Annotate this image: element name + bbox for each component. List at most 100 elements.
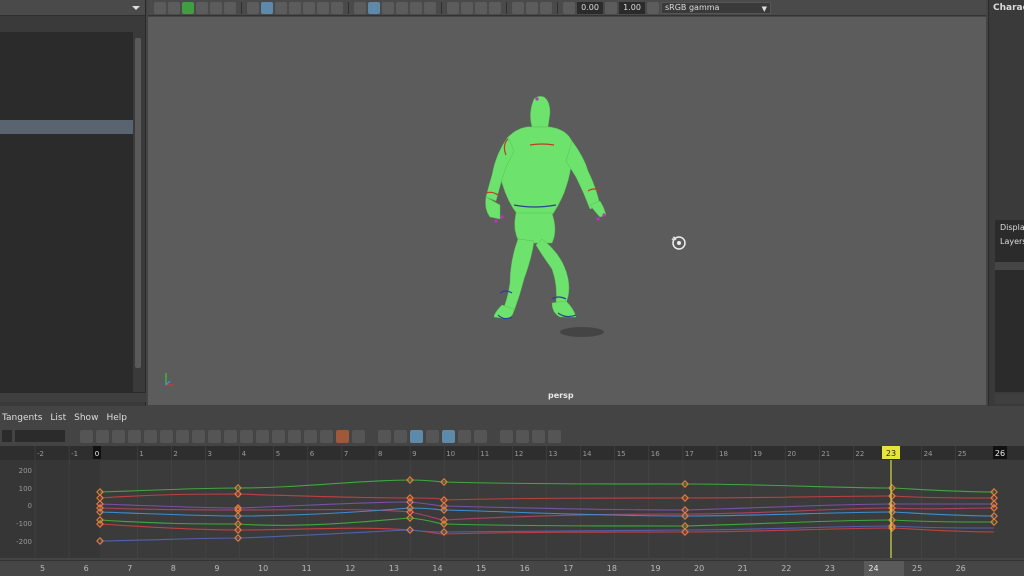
outliner-selected-row[interactable] (0, 120, 133, 134)
outliner-header (0, 0, 145, 16)
frame-tick-label: 9 (412, 450, 416, 458)
dof-icon[interactable] (540, 1, 552, 14)
step-tangent-icon[interactable] (208, 429, 221, 443)
bookmark-icon[interactable] (182, 1, 194, 14)
wireframe-icon[interactable] (354, 1, 366, 14)
camera-attributes-icon[interactable] (168, 1, 180, 14)
frame-tick-label: 4 (242, 450, 247, 458)
character-model[interactable] (148, 17, 986, 405)
scrollbar-thumb[interactable] (135, 38, 141, 368)
flat-tangent-icon[interactable] (192, 429, 205, 443)
lock-weight-icon[interactable] (288, 429, 301, 443)
value-snap-icon[interactable] (394, 429, 407, 443)
smooth-shade-icon[interactable] (368, 1, 380, 14)
frame-tick-label: 7 (344, 450, 348, 458)
separator (348, 1, 349, 14)
pre-infinity-icon[interactable] (458, 429, 471, 443)
frame-tick-label: 14 (583, 450, 592, 458)
time-slider[interactable]: 5 6 7 8 9 10 11 12 13 14 15 16 17 18 19 20 21 22 23 24 25 26 (0, 560, 1024, 576)
safe-title-icon[interactable] (317, 1, 329, 14)
menu-list[interactable]: List (50, 413, 66, 423)
frame-tick-label: 3 (208, 450, 212, 458)
buffer-curve-icon[interactable] (304, 429, 317, 443)
post-infinity-icon[interactable] (474, 429, 487, 443)
clamped-tangent-icon[interactable] (160, 429, 173, 443)
color-management-icon[interactable] (647, 1, 659, 14)
graph-editor-curves[interactable]: -2 -1 1 2 3 4 5 6 7 8 9 10 11 12 13 14 15 16 17 18 19 20 21 22 2… (0, 446, 1024, 558)
value-tick-label: -200 (16, 538, 32, 546)
separator (506, 1, 507, 14)
gamma-field[interactable]: 1.00 (619, 1, 645, 14)
ambient-occlusion-icon[interactable] (475, 1, 487, 14)
curve-tool-1-icon[interactable] (500, 429, 513, 443)
frame-tick-label: 25 (958, 450, 967, 458)
frame-tick-label: 15 (617, 450, 626, 458)
chevron-down-icon[interactable] (131, 4, 141, 12)
isolate-icon[interactable] (424, 1, 436, 14)
textured-icon[interactable] (382, 1, 394, 14)
menu-help[interactable]: Help (106, 413, 127, 423)
frame-field[interactable] (2, 430, 12, 442)
swap-buffer-icon[interactable] (320, 429, 333, 443)
curve-tool-2-icon[interactable] (516, 429, 529, 443)
frame-all-icon[interactable] (80, 429, 93, 443)
tab-layers[interactable]: Layers (1000, 237, 1024, 246)
motion-blur-icon[interactable] (489, 1, 501, 14)
panel-scrollbar[interactable] (995, 394, 1024, 404)
tab-display[interactable]: Display (1000, 223, 1024, 232)
current-frame-marker[interactable]: 23 (886, 449, 896, 458)
perspective-viewport[interactable]: persp (148, 17, 986, 405)
value-field[interactable] (15, 430, 65, 442)
frame-tick-label: 16 (651, 450, 660, 458)
resolution-gate-icon[interactable] (261, 1, 273, 14)
load-selected-icon[interactable] (352, 429, 365, 443)
film-gate-icon[interactable] (224, 1, 236, 14)
time-slider-tick: 12 (345, 564, 356, 573)
plateau-tangent-icon[interactable] (224, 429, 237, 443)
outliner-horizontal-scrollbar[interactable] (0, 392, 146, 402)
aa-icon[interactable] (526, 1, 538, 14)
frame-tick-label: 18 (719, 450, 728, 458)
spline-tangent-icon[interactable] (144, 429, 157, 443)
normalize-icon[interactable] (410, 429, 423, 443)
xray-joints-icon[interactable] (461, 1, 473, 14)
exposure-icon[interactable] (563, 1, 575, 14)
denormalize-icon[interactable] (426, 429, 439, 443)
frame-selection-icon[interactable] (96, 429, 109, 443)
image-plane-icon[interactable] (196, 1, 208, 14)
stacked-curves-icon[interactable] (442, 429, 455, 443)
linear-tangent-icon[interactable] (176, 429, 189, 443)
curve-tool-4-icon[interactable] (548, 429, 561, 443)
frame-tick-label: -2 (37, 450, 44, 458)
menu-show[interactable]: Show (74, 413, 98, 423)
frame-playback-icon[interactable] (112, 429, 125, 443)
grid-icon[interactable] (210, 1, 222, 14)
gamma-icon[interactable] (605, 1, 617, 14)
pencil-icon[interactable] (247, 1, 259, 14)
frame-tick-label: 13 (549, 450, 558, 458)
unify-tangent-icon[interactable] (256, 429, 269, 443)
select-icon[interactable] (512, 1, 524, 14)
curve-tool-3-icon[interactable] (532, 429, 545, 443)
break-tangent-icon[interactable] (240, 429, 253, 443)
time-snap-icon[interactable] (378, 429, 391, 443)
camera-icon[interactable] (154, 1, 166, 14)
color-space-dropdown[interactable]: sRGB gamma ▼ (661, 1, 771, 14)
free-weight-icon[interactable] (272, 429, 285, 443)
safe-action-icon[interactable] (303, 1, 315, 14)
value-tick-label: 200 (19, 467, 32, 475)
outliner-scrollbar[interactable] (134, 32, 142, 392)
frame-tick-label: 8 (378, 450, 382, 458)
xray-icon[interactable] (447, 1, 459, 14)
auto-load-icon[interactable] (336, 429, 349, 443)
animation-curves[interactable]: -2 -1 1 2 3 4 5 6 7 8 9 10 11 12 13 14 15 16 17 18 19 20 21 22 2… (0, 446, 1024, 558)
menu-tangents[interactable]: Tangents (2, 413, 42, 423)
auto-tangent-icon[interactable] (128, 429, 141, 443)
field-chart-icon[interactable] (289, 1, 301, 14)
frame-icon[interactable] (331, 1, 343, 14)
exposure-field[interactable]: 0.00 (577, 1, 603, 14)
outliner-list[interactable] (0, 32, 133, 392)
shadows-icon[interactable] (410, 1, 422, 14)
lighting-icon[interactable] (396, 1, 408, 14)
gate-mask-icon[interactable] (275, 1, 287, 14)
